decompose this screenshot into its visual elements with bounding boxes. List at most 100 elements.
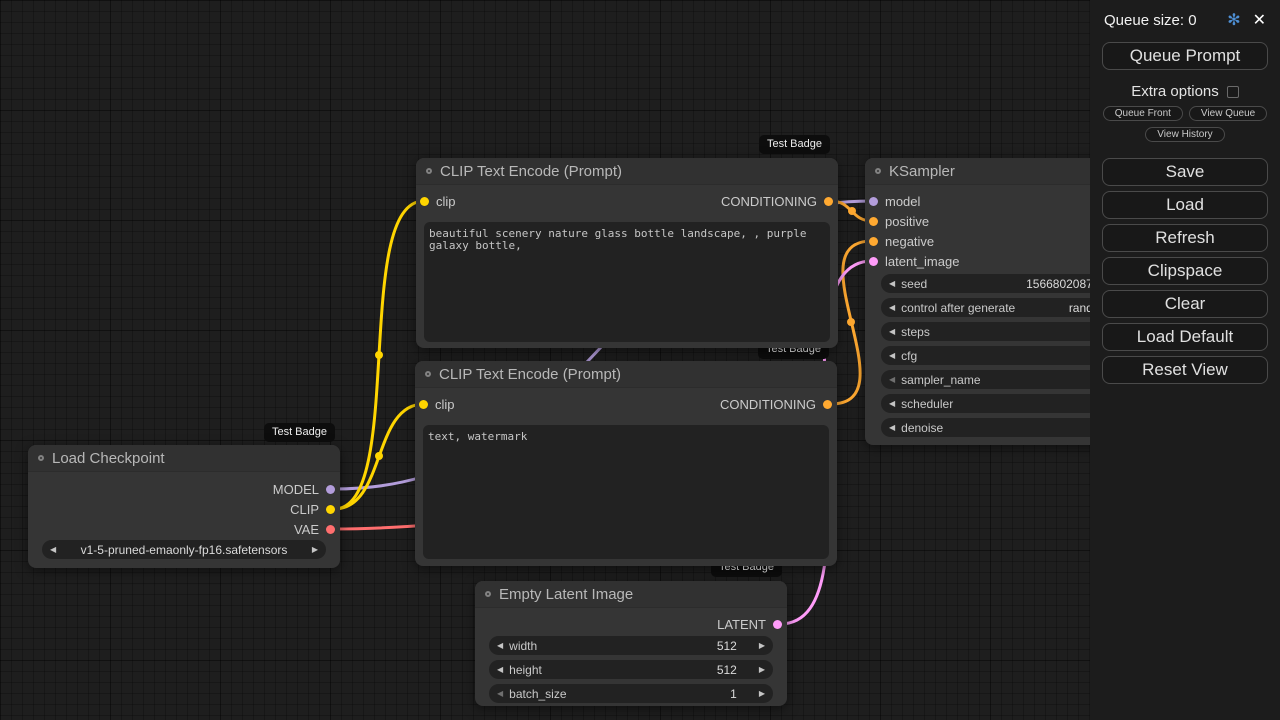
decrement-arrow-icon[interactable]: ◀ <box>497 689 503 698</box>
node-titlebar[interactable]: CLIP Text Encode (Prompt) <box>415 361 837 388</box>
decrement-arrow-icon[interactable]: ◀ <box>889 327 895 336</box>
input-slot-clip[interactable]: clip <box>419 396 455 412</box>
node-empty-latent-image[interactable]: Empty Latent Image LATENT ◀ width 512 ▶ … <box>475 581 787 706</box>
node-title-label: CLIP Text Encode (Prompt) <box>439 365 622 383</box>
batch-size-widget[interactable]: ◀ batch_size 1 ▶ <box>489 684 773 703</box>
input-slot-latent-image[interactable]: latent_image <box>869 253 960 269</box>
link-midpoint-dot <box>848 207 856 215</box>
slot-dot-clip[interactable] <box>326 504 335 514</box>
node-clip-text-encode-negative[interactable]: CLIP Text Encode (Prompt) clip CONDITION… <box>415 361 837 566</box>
slot-dot-clip[interactable] <box>420 196 429 206</box>
queue-front-button[interactable]: Queue Front <box>1102 106 1183 121</box>
decrement-arrow-icon[interactable]: ◀ <box>889 279 895 288</box>
negative-prompt-textarea[interactable]: text, watermark <box>423 425 829 559</box>
node-title-label: KSampler <box>889 162 955 180</box>
output-slot-clip[interactable]: CLIP <box>290 501 335 517</box>
link-midpoint-dot <box>375 452 383 460</box>
output-slot-vae[interactable]: VAE <box>293 521 335 537</box>
extra-options-label: Extra options <box>1131 83 1219 100</box>
slot-dot-latent[interactable] <box>773 619 782 629</box>
input-slot-clip[interactable]: clip <box>420 193 456 209</box>
collapse-toggle-icon[interactable] <box>875 168 881 174</box>
clear-button[interactable]: Clear <box>1102 290 1268 318</box>
slot-label: latent_image <box>885 253 960 269</box>
slot-dot-latent[interactable] <box>869 256 878 266</box>
node-title-label: Load Checkpoint <box>52 449 165 467</box>
width-widget[interactable]: ◀ width 512 ▶ <box>489 636 773 655</box>
output-slot-conditioning[interactable]: CONDITIONING <box>719 396 832 412</box>
decrement-arrow-icon[interactable]: ◀ <box>889 375 895 384</box>
output-slot-model[interactable]: MODEL <box>272 481 335 497</box>
input-slot-model[interactable]: model <box>869 193 921 209</box>
link-midpoint-dot <box>847 318 855 326</box>
save-button[interactable]: Save <box>1102 158 1268 186</box>
decrement-arrow-icon[interactable]: ◀ <box>497 665 503 674</box>
load-button[interactable]: Load <box>1102 191 1268 219</box>
increment-arrow-icon[interactable]: ▶ <box>759 665 765 674</box>
output-slot-conditioning[interactable]: CONDITIONING <box>720 193 833 209</box>
slot-label: CONDITIONING <box>719 396 816 412</box>
menu-panel: Queue size: 0 ✻ ✕ Queue Prompt Extra opt… <box>1090 0 1280 720</box>
slot-dot-clip[interactable] <box>419 399 428 409</box>
slot-dot-conditioning[interactable] <box>869 236 878 246</box>
queue-size-label: Queue size: 0 <box>1104 11 1197 29</box>
view-history-button[interactable]: View History <box>1145 127 1225 142</box>
slot-dot-conditioning[interactable] <box>823 399 832 409</box>
node-titlebar[interactable]: CLIP Text Encode (Prompt) <box>416 158 838 185</box>
slot-label: clip <box>435 396 455 412</box>
increment-arrow-icon[interactable]: ▶ <box>312 545 318 554</box>
link-midpoint-dot <box>375 351 383 359</box>
slot-dot-model[interactable] <box>326 484 335 494</box>
collapse-toggle-icon[interactable] <box>38 455 44 461</box>
positive-prompt-textarea[interactable]: beautiful scenery nature glass bottle la… <box>424 222 830 342</box>
decrement-arrow-icon[interactable]: ◀ <box>889 303 895 312</box>
node-titlebar[interactable]: Empty Latent Image <box>475 581 787 608</box>
node-titlebar[interactable]: Load Checkpoint <box>28 445 340 472</box>
slot-label: CLIP <box>290 501 319 517</box>
collapse-toggle-icon[interactable] <box>426 168 432 174</box>
slot-dot-conditioning[interactable] <box>824 196 833 206</box>
increment-arrow-icon[interactable]: ▶ <box>759 689 765 698</box>
slot-dot-model[interactable] <box>869 196 878 206</box>
decrement-arrow-icon[interactable]: ◀ <box>889 399 895 408</box>
node-title-label: Empty Latent Image <box>499 585 634 603</box>
close-icon[interactable]: ✕ <box>1253 10 1266 30</box>
refresh-button[interactable]: Refresh <box>1102 224 1268 252</box>
slot-label: LATENT <box>717 616 766 632</box>
reset-view-button[interactable]: Reset View <box>1102 356 1268 384</box>
input-slot-negative[interactable]: negative <box>869 233 935 249</box>
increment-arrow-icon[interactable]: ▶ <box>759 641 765 650</box>
view-queue-button[interactable]: View Queue <box>1188 106 1268 121</box>
slot-label: CONDITIONING <box>720 193 817 209</box>
settings-icon[interactable]: ✻ <box>1227 10 1240 30</box>
decrement-arrow-icon[interactable]: ◀ <box>50 545 56 554</box>
input-slot-positive[interactable]: positive <box>869 213 930 229</box>
slot-label: model <box>885 193 921 209</box>
collapse-toggle-icon[interactable] <box>425 371 431 377</box>
node-clip-text-encode-positive[interactable]: CLIP Text Encode (Prompt) clip CONDITION… <box>416 158 838 348</box>
slot-dot-vae[interactable] <box>326 524 335 534</box>
decrement-arrow-icon[interactable]: ◀ <box>497 641 503 650</box>
ckpt-name-value: v1-5-pruned-emaonly-fp16.safetensors <box>80 542 288 557</box>
slot-label: positive <box>885 213 930 229</box>
height-widget[interactable]: ◀ height 512 ▶ <box>489 660 773 679</box>
clipspace-button[interactable]: Clipspace <box>1102 257 1268 285</box>
node-badge: Test Badge <box>758 135 830 154</box>
decrement-arrow-icon[interactable]: ◀ <box>889 423 895 432</box>
output-slot-latent[interactable]: LATENT <box>717 616 782 632</box>
slot-label: negative <box>885 233 935 249</box>
node-canvas[interactable]: Test Badge Test Badge Test Badge Test Ba… <box>0 0 1280 720</box>
load-default-button[interactable]: Load Default <box>1102 323 1268 351</box>
slot-label: VAE <box>293 521 319 537</box>
collapse-toggle-icon[interactable] <box>485 591 491 597</box>
decrement-arrow-icon[interactable]: ◀ <box>889 351 895 360</box>
queue-prompt-button[interactable]: Queue Prompt <box>1102 42 1268 70</box>
node-title-label: CLIP Text Encode (Prompt) <box>440 162 623 180</box>
ckpt-name-widget[interactable]: ◀ v1-5-pruned-emaonly-fp16.safetensors ▶ <box>42 540 326 559</box>
slot-label: clip <box>436 193 456 209</box>
node-badge: Test Badge <box>263 423 335 442</box>
node-load-checkpoint[interactable]: Load Checkpoint MODEL CLIP VAE ◀ v1-5-pr… <box>28 445 340 568</box>
slot-label: MODEL <box>272 481 319 497</box>
slot-dot-conditioning[interactable] <box>869 216 878 226</box>
extra-options-checkbox[interactable] <box>1226 85 1239 98</box>
